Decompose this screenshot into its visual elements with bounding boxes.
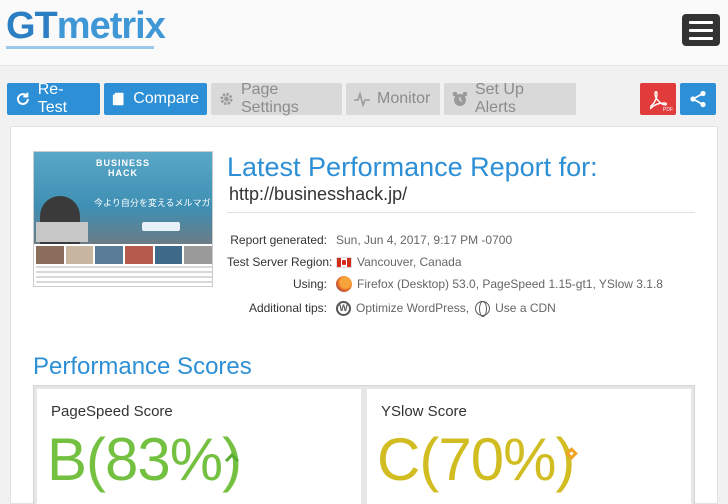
page-settings-label: Page Settings	[240, 81, 299, 116]
thumbnail-tile	[95, 246, 124, 264]
meta-report-generated: Report generated: Sun, Jun 4, 2017, 9:17…	[227, 231, 697, 249]
hamburger-menu-icon-line	[689, 28, 713, 32]
pagespeed-score-box[interactable]: PageSpeed Score B(83%)	[34, 386, 364, 504]
retest-label: Re-Test	[37, 81, 68, 116]
monitor-label: Monitor	[377, 90, 431, 107]
yslow-grade-letter: C	[377, 426, 420, 493]
thumbnail-brand-line2: HACK	[108, 168, 138, 178]
thumbnail-tile	[65, 246, 94, 264]
thumbnail-tagline: 今より自分を変えるメルマガ	[94, 198, 211, 208]
wordpress-icon: W	[336, 300, 351, 316]
report-url[interactable]: http://businesshack.jp/	[229, 183, 407, 205]
hamburger-menu-icon-line	[689, 36, 713, 40]
yslow-grade-percent: (70%)	[419, 426, 575, 493]
page-settings-button[interactable]: Page Settings	[211, 81, 342, 116]
yslow-grade: C(70%)	[377, 426, 575, 493]
thumbnail-laptop-image	[36, 222, 88, 242]
gear-icon	[220, 92, 233, 106]
yslow-score-box[interactable]: YSlow Score C(70%)	[364, 386, 694, 504]
thumbnail-cta	[142, 222, 180, 231]
app-header: GTmetrix	[0, 0, 728, 66]
pagespeed-grade-letter: B	[47, 426, 87, 493]
thumbnail-tile	[184, 246, 212, 264]
globe-icon	[475, 300, 491, 317]
performance-scores-title: Performance Scores	[33, 353, 252, 380]
alarm-clock-icon	[452, 91, 468, 106]
thumbnail-hero: BUSINESS HACK 今より自分を変えるメルマガ	[34, 152, 212, 244]
thumbnail-article-tiles	[36, 246, 212, 264]
report-title: Latest Performance Report for:	[227, 152, 598, 182]
share-icon	[690, 90, 706, 108]
pagespeed-grade-percent: (83%)	[86, 426, 242, 493]
logo-reflection	[6, 46, 154, 49]
document-icon	[112, 92, 124, 106]
pagespeed-grade: B(83%)	[47, 426, 242, 493]
performance-scores-panel: PageSpeed Score B(83%) YSlow Score C(70%…	[33, 385, 695, 504]
pulse-icon	[354, 91, 370, 107]
report-divider	[227, 212, 695, 213]
thumbnail-brand: BUSINESS HACK	[96, 158, 150, 178]
compare-button[interactable]: Compare	[104, 83, 207, 115]
retest-button[interactable]: Re-Test	[7, 81, 100, 116]
meta-key: Using:	[292, 277, 327, 291]
meta-value: Firefox (Desktop) 53.0, PageSpeed 1.15-g…	[357, 277, 663, 291]
meta-value: Sun, Jun 4, 2017, 9:17 PM -0700	[336, 233, 513, 247]
meta-test-server-region: Test Server Region: Vancouver, Canada	[227, 253, 697, 271]
meta-using: Using: Firefox (Desktop) 53.0, PageSpeed…	[227, 275, 697, 293]
pagespeed-score-label: PageSpeed Score	[51, 403, 173, 420]
menu-button[interactable]	[682, 14, 720, 46]
yslow-score-label: YSlow Score	[381, 403, 467, 420]
share-button[interactable]	[680, 83, 716, 115]
gtmetrix-logo[interactable]: GTmetrix	[6, 5, 166, 47]
refresh-icon	[17, 92, 29, 105]
meta-key: Additional tips:	[248, 301, 327, 315]
thumbnail-tile	[125, 246, 153, 264]
pdf-label: PDF	[663, 107, 673, 113]
report-card: BUSINESS HACK 今より自分を変えるメルマガ Latest Perfo…	[10, 126, 718, 504]
set-up-alerts-button[interactable]: Set Up Alerts	[444, 81, 576, 116]
meta-additional-tips: Additional tips: W Optimize WordPress, Use…	[227, 299, 697, 317]
thumbnail-text-lines	[36, 266, 212, 284]
monitor-button[interactable]: Monitor	[346, 83, 440, 115]
pdf-download-button[interactable]: PDF	[640, 83, 676, 115]
canada-flag-icon	[336, 256, 352, 268]
page-screenshot-thumbnail[interactable]: BUSINESS HACK 今より自分を変えるメルマガ	[33, 151, 213, 287]
meta-key: Test Server Region:	[227, 255, 333, 269]
set-up-alerts-label: Set Up Alerts	[474, 81, 524, 116]
compare-label: Compare	[133, 90, 199, 107]
hamburger-menu-icon	[689, 20, 713, 24]
logo-metrix: metrix	[56, 5, 166, 47]
report-toolbar: Re-Test Compare Page Settings Monitor Se…	[0, 66, 728, 124]
thumbnail-tile	[154, 246, 183, 264]
meta-value: Vancouver, Canada	[357, 255, 462, 269]
thumbnail-tile	[36, 246, 64, 264]
use-cdn-link[interactable]: Use a CDN	[495, 301, 556, 315]
optimize-wordpress-link[interactable]: Optimize WordPress,	[356, 301, 469, 315]
thumbnail-brand-line1: BUSINESS	[96, 158, 151, 168]
logo-gt: GT	[6, 5, 58, 47]
firefox-icon	[336, 276, 352, 292]
meta-key: Report generated:	[230, 233, 327, 247]
